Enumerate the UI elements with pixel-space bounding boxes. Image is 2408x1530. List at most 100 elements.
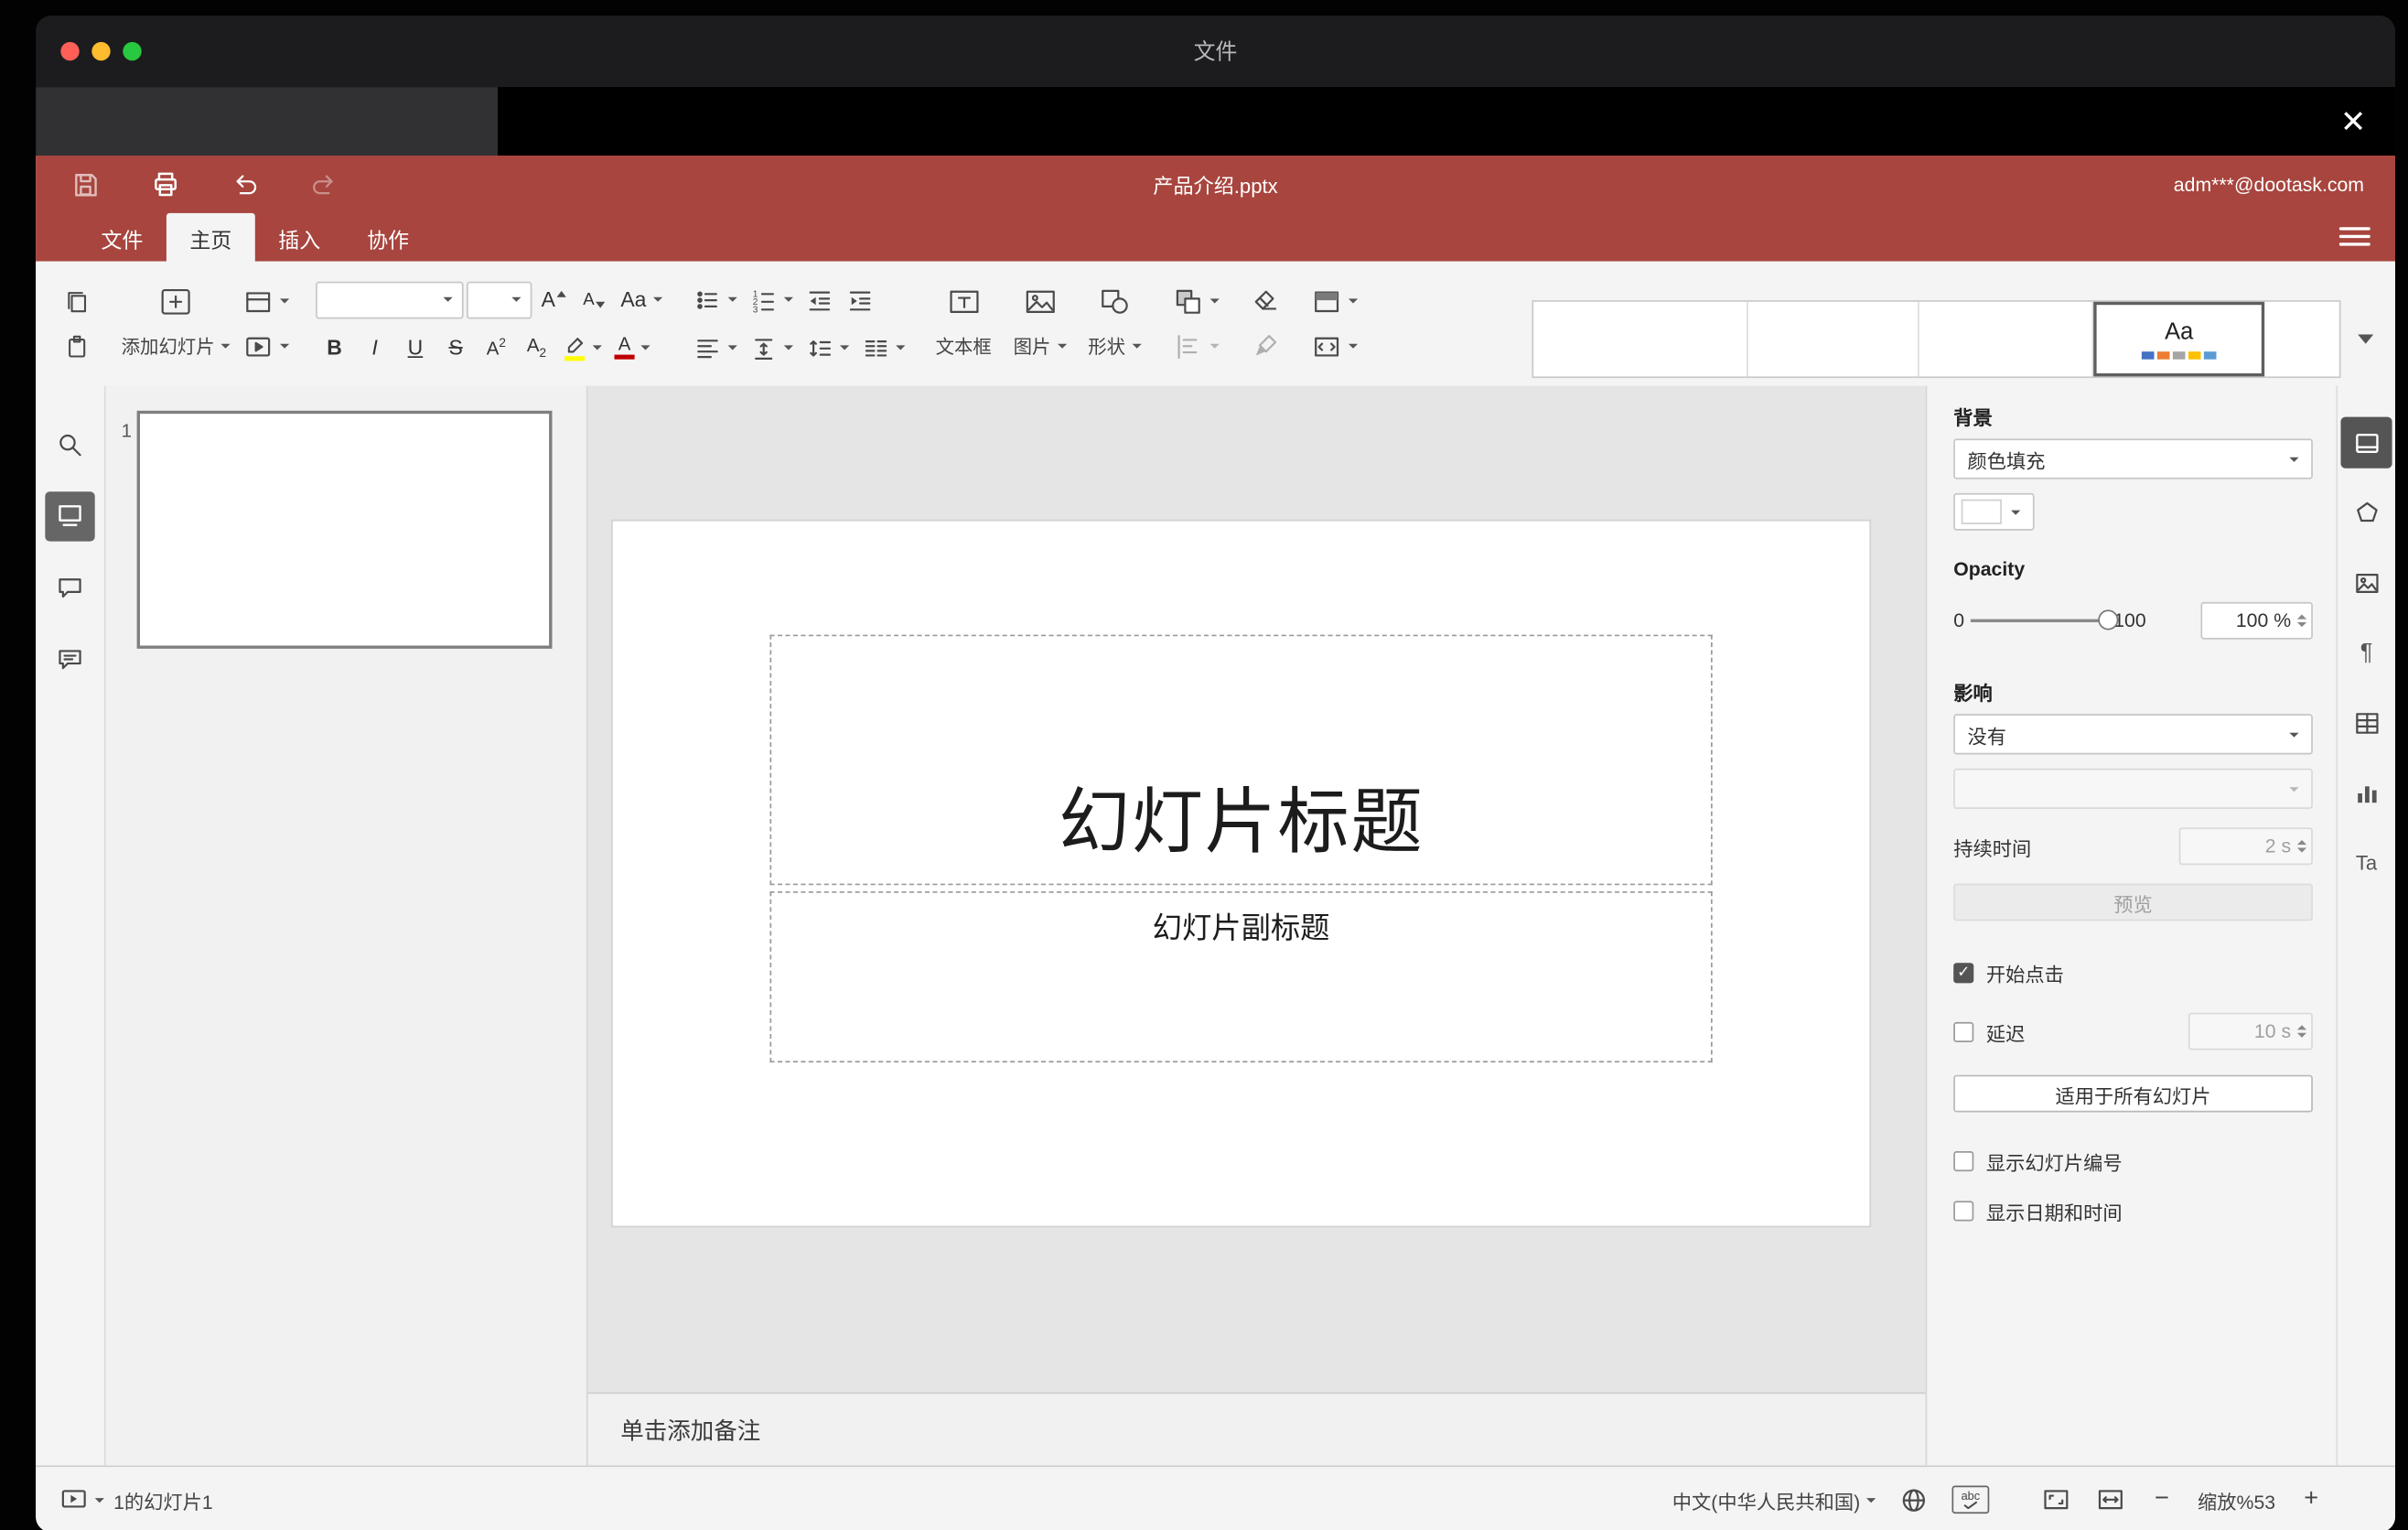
- shape-settings-tab[interactable]: [2341, 487, 2392, 538]
- effect-option-select[interactable]: [1953, 768, 2313, 809]
- delay-checkbox[interactable]: [1953, 1021, 1974, 1042]
- notes-area[interactable]: 单击添加备注: [587, 1392, 1926, 1466]
- copy-style-button[interactable]: [1245, 326, 1285, 366]
- bullets-button[interactable]: [688, 279, 741, 319]
- subtitle-placeholder[interactable]: 幻灯片副标题: [769, 891, 1713, 1063]
- increase-indent-button[interactable]: [841, 279, 878, 319]
- opacity-slider[interactable]: [1970, 609, 2119, 630]
- color-scheme-button[interactable]: [1306, 281, 1361, 321]
- theme-thumbnail[interactable]: [1919, 301, 2094, 377]
- duration-input[interactable]: 2 s: [2178, 827, 2313, 866]
- document-language-icon[interactable]: [1899, 1485, 1929, 1514]
- clear-style-button[interactable]: [1245, 281, 1285, 321]
- insert-image-button[interactable]: [1016, 281, 1063, 321]
- tab-collaboration[interactable]: 协作: [344, 213, 433, 262]
- delay-spinner[interactable]: [2296, 1025, 2307, 1038]
- zoom-in-button[interactable]: +: [2299, 1486, 2324, 1514]
- redo-button[interactable]: [305, 166, 342, 203]
- theme-thumbnail[interactable]: [2264, 302, 2339, 377]
- font-size-select[interactable]: [467, 280, 532, 318]
- insert-shape-button[interactable]: [1091, 281, 1138, 321]
- textart-settings-tab[interactable]: Ta: [2341, 837, 2392, 889]
- insert-shape-menu[interactable]: 形状: [1083, 326, 1145, 366]
- italic-button[interactable]: I: [356, 328, 393, 368]
- print-button[interactable]: [146, 166, 184, 203]
- slide[interactable]: 幻灯片标题 幻灯片副标题: [612, 521, 1870, 1226]
- tab-home[interactable]: 主页: [166, 212, 255, 262]
- font-name-select[interactable]: [316, 280, 464, 318]
- slide-settings-tab[interactable]: [2340, 416, 2392, 469]
- insert-textbox-label-button[interactable]: 文本框: [931, 326, 996, 366]
- spellcheck-icon[interactable]: abc: [1951, 1485, 1990, 1514]
- paste-button[interactable]: [58, 326, 95, 366]
- font-color-button[interactable]: A: [609, 328, 654, 368]
- delay-input[interactable]: 10 s: [2188, 1012, 2313, 1051]
- increase-font-button[interactable]: A: [535, 279, 573, 319]
- theme-thumbnail-selected[interactable]: Aa: [2093, 301, 2265, 377]
- zoom-window-button[interactable]: [123, 41, 142, 61]
- slide-size-button[interactable]: [1306, 326, 1361, 366]
- chat-panel-button[interactable]: [45, 635, 94, 684]
- theme-thumbnail[interactable]: [1748, 301, 1919, 377]
- close-window-button[interactable]: [60, 41, 80, 61]
- horizontal-align-button[interactable]: [688, 328, 741, 368]
- slide-thumbnail-1[interactable]: [136, 410, 553, 649]
- zoom-out-button[interactable]: −: [2149, 1486, 2174, 1514]
- tab-file[interactable]: 文件: [78, 213, 167, 262]
- undo-button[interactable]: [226, 166, 263, 203]
- search-panel-button[interactable]: [45, 420, 94, 469]
- superscript-button[interactable]: A2: [478, 328, 515, 368]
- opacity-slider-knob[interactable]: [2098, 609, 2119, 630]
- decrease-font-button[interactable]: A: [575, 279, 613, 319]
- menu-icon[interactable]: [2338, 224, 2370, 249]
- paragraph-settings-tab[interactable]: ¶: [2341, 627, 2392, 678]
- start-slideshow-statusbar-button[interactable]: [59, 1486, 104, 1514]
- bold-button[interactable]: B: [316, 328, 353, 368]
- change-layout-button[interactable]: [238, 281, 294, 321]
- show-date-time-checkbox[interactable]: [1953, 1201, 1974, 1222]
- comments-panel-button[interactable]: [45, 563, 94, 612]
- chart-settings-tab[interactable]: [2341, 767, 2392, 818]
- theme-thumbnail[interactable]: [1533, 301, 1748, 377]
- line-spacing-button[interactable]: [801, 328, 854, 368]
- table-settings-tab[interactable]: [2341, 697, 2392, 749]
- fill-color-picker[interactable]: [1953, 492, 2035, 531]
- copy-button[interactable]: [58, 281, 95, 321]
- add-slide-button[interactable]: [154, 281, 198, 321]
- vertical-align-button[interactable]: [745, 328, 798, 368]
- show-slide-number-checkbox[interactable]: [1953, 1151, 1974, 1172]
- fit-width-button[interactable]: [2095, 1486, 2126, 1514]
- effect-select[interactable]: 没有: [1953, 714, 2313, 755]
- subscript-button[interactable]: A2: [518, 328, 555, 368]
- change-case-button[interactable]: Aa: [616, 279, 666, 319]
- language-select[interactable]: 中文(中华人民共和国): [1672, 1485, 1876, 1514]
- tab-insert[interactable]: 插入: [255, 213, 344, 262]
- numbering-button[interactable]: 123: [745, 279, 798, 319]
- align-shapes-button[interactable]: [1167, 326, 1223, 366]
- close-icon[interactable]: ✕: [2333, 102, 2373, 142]
- fit-slide-button[interactable]: [2040, 1486, 2071, 1514]
- background-fill-select[interactable]: 颜色填充: [1953, 438, 2313, 479]
- apply-to-all-slides-button[interactable]: 适用于所有幻灯片: [1953, 1074, 2313, 1113]
- start-slideshow-button[interactable]: [238, 326, 294, 366]
- opacity-spinner[interactable]: [2296, 614, 2307, 628]
- highlight-color-button[interactable]: [558, 328, 607, 368]
- insert-image-menu[interactable]: 图片: [1009, 326, 1071, 366]
- insert-textbox-button[interactable]: [941, 281, 987, 321]
- duration-spinner[interactable]: [2296, 840, 2307, 853]
- theme-gallery-expand-button[interactable]: [2349, 300, 2382, 378]
- underline-button[interactable]: U: [397, 328, 435, 368]
- start-on-click-checkbox[interactable]: ✓: [1953, 963, 1974, 984]
- columns-button[interactable]: [856, 328, 909, 368]
- arrange-shapes-button[interactable]: [1167, 281, 1223, 321]
- slides-panel-button[interactable]: [45, 491, 95, 542]
- add-slide-menu[interactable]: 添加幻灯片: [117, 326, 235, 366]
- strikethrough-button[interactable]: S: [437, 328, 475, 368]
- preview-button[interactable]: 预览: [1953, 883, 2313, 921]
- title-placeholder[interactable]: 幻灯片标题: [769, 634, 1713, 886]
- slide-canvas[interactable]: 幻灯片标题 幻灯片副标题: [587, 385, 1926, 1393]
- opacity-input[interactable]: 100 %: [2200, 601, 2313, 640]
- image-settings-tab[interactable]: [2341, 557, 2392, 609]
- save-button[interactable]: [67, 166, 104, 203]
- decrease-indent-button[interactable]: [801, 279, 838, 319]
